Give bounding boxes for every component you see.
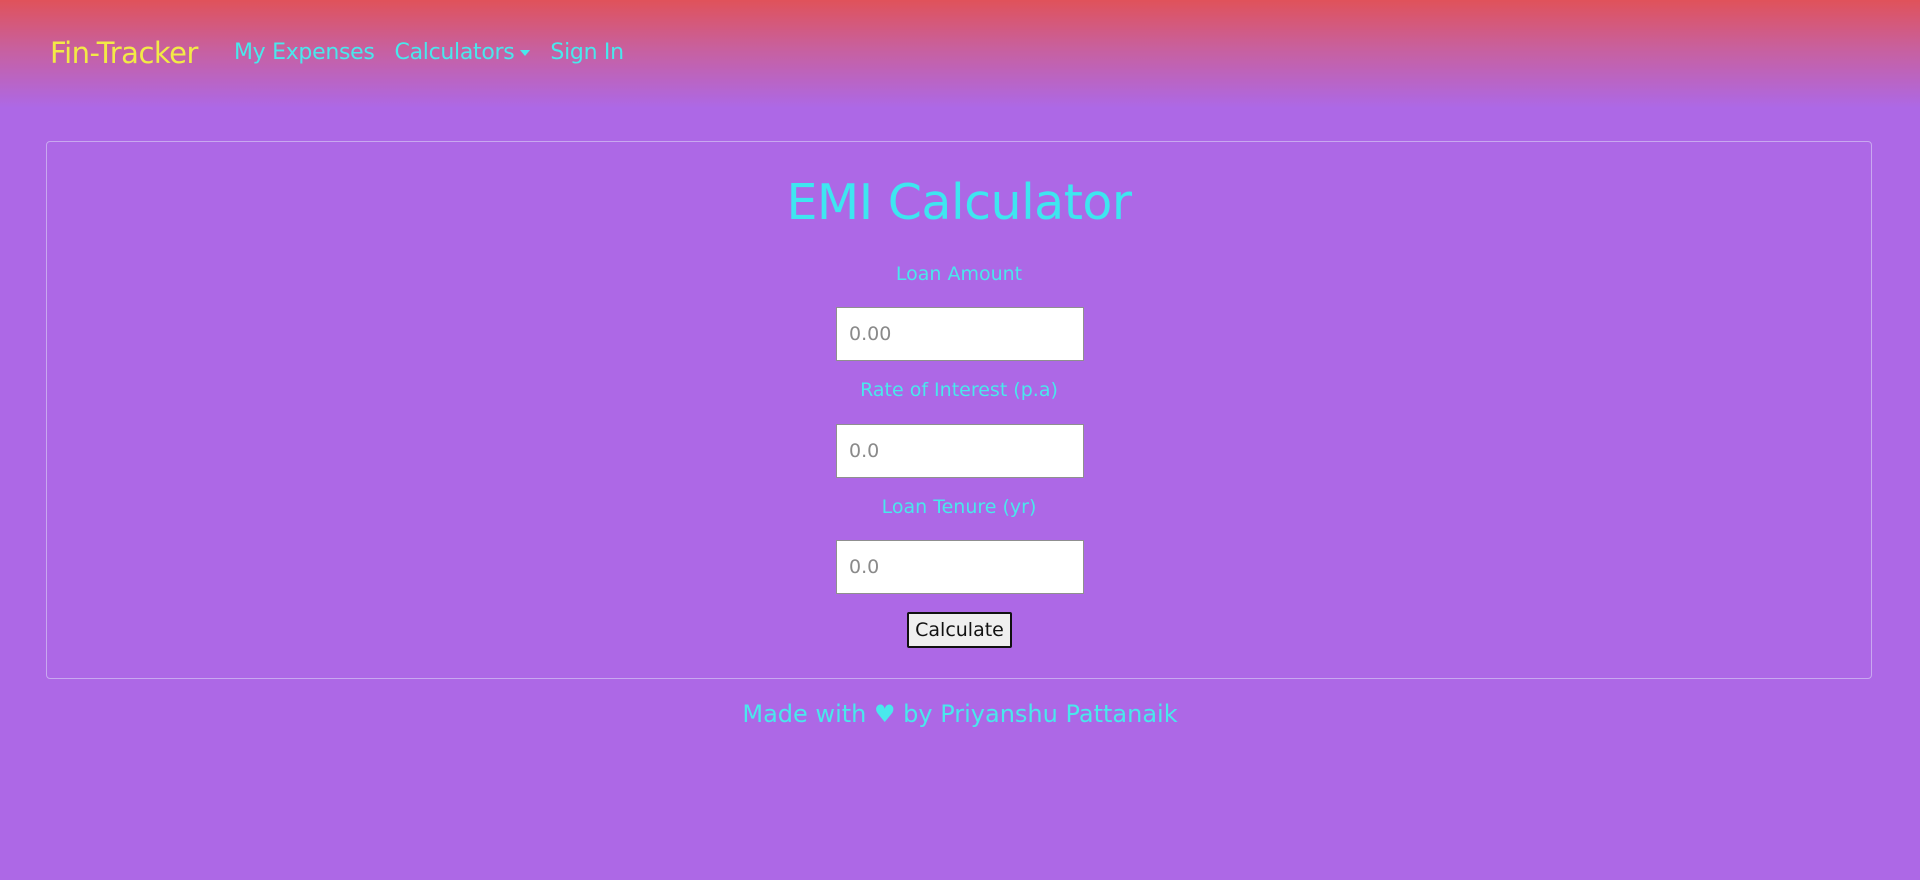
footer-credit: Made with ♥ by Priyanshu Pattanaik	[0, 700, 1920, 728]
loan-amount-input[interactable]	[836, 307, 1084, 361]
loan-tenure-input[interactable]	[836, 540, 1084, 594]
loan-amount-label: Loan Amount	[895, 263, 1023, 285]
emi-calculator-card: EMI Calculator Loan Amount Rate of Inter…	[46, 141, 1872, 679]
calculate-button[interactable]: Calculate	[907, 612, 1012, 648]
rate-of-interest-input[interactable]	[836, 424, 1084, 478]
loan-tenure-label: Loan Tenure (yr)	[881, 496, 1037, 518]
rate-of-interest-label: Rate of Interest (p.a)	[860, 379, 1058, 401]
caret-down-icon	[520, 49, 531, 56]
nav-dropdown-calculators-label: Calculators	[394, 40, 515, 65]
nav-link-my-expenses[interactable]: My Expenses	[234, 40, 375, 65]
footer-prefix: Made with	[742, 700, 867, 728]
nav-links: My Expenses Calculators Sign In	[234, 40, 624, 65]
footer-author: by Priyanshu Pattanaik	[903, 700, 1178, 728]
navbar: Fin-Tracker My Expenses Calculators Sign…	[0, 0, 1920, 108]
nav-link-sign-in[interactable]: Sign In	[550, 40, 624, 65]
page-title: EMI Calculator	[786, 174, 1132, 231]
brand-logo-link[interactable]: Fin-Tracker	[50, 36, 198, 70]
heart-icon: ♥	[874, 700, 896, 728]
nav-dropdown-calculators[interactable]: Calculators	[395, 40, 531, 65]
